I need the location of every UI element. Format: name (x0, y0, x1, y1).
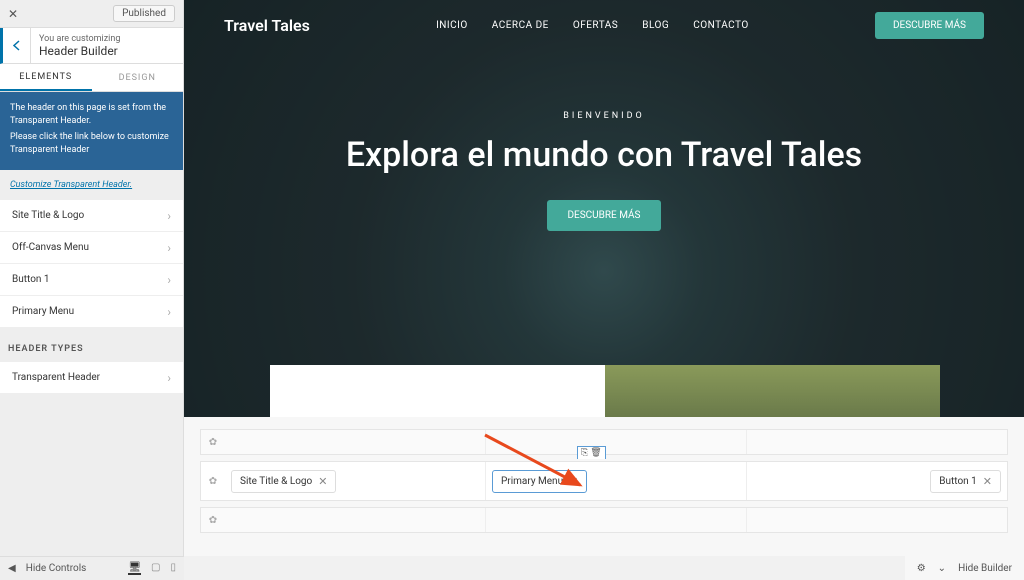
tab-elements[interactable]: ELEMENTS (0, 64, 92, 91)
header-cta-button[interactable]: DESCUBRE MÁS (875, 12, 984, 39)
chevron-right-icon: › (167, 371, 171, 385)
notice-line1: The header on this page is set from the … (10, 102, 173, 127)
sidebar-item-label: Off-Canvas Menu (12, 242, 89, 253)
chip-remove-icon[interactable]: ✕ (318, 475, 327, 488)
chevron-right-icon: › (167, 241, 171, 255)
builder-settings-icon[interactable]: ⚙ (917, 563, 926, 574)
customizing-label: You are customizing (39, 34, 120, 44)
sidebar-item-label: Site Title & Logo (12, 210, 84, 221)
site-brand[interactable]: Travel Tales (224, 16, 310, 35)
chip-site-title[interactable]: Site Title & Logo ✕ (231, 470, 336, 493)
chip-primary-menu[interactable]: Primary Menu ✕ (492, 470, 587, 493)
nav-contacto[interactable]: CONTACTO (693, 20, 749, 31)
customizer-title-block: You are customizing Header Builder (31, 34, 120, 58)
customize-transparent-link[interactable]: Customize Transparent Header. (0, 170, 183, 200)
back-button[interactable] (3, 28, 31, 64)
row-settings-icon[interactable]: ✿ (201, 476, 225, 487)
device-tablet-icon[interactable]: ▢ (151, 562, 160, 575)
content-strip (270, 365, 940, 417)
chip-remove-icon[interactable]: ✕ (569, 475, 578, 488)
builder-row-main[interactable]: ✿ Site Title & Logo✕ ⎘ 🗑 Primary Menu✕ B… (200, 461, 1008, 501)
sidebar-item-site-title[interactable]: Site Title & Logo › (0, 200, 183, 232)
header-types-label: HEADER TYPES (0, 328, 183, 362)
sidebar-item-label: Transparent Header (12, 372, 100, 383)
strip-right (605, 365, 940, 417)
section-title: Header Builder (39, 44, 120, 58)
sidebar-item-label: Primary Menu (12, 306, 74, 317)
device-mobile-icon[interactable]: ▯ (170, 562, 176, 575)
chip-delete-icon[interactable]: 🗑 (590, 448, 601, 458)
chip-toolbar: ⎘ 🗑 (577, 446, 606, 459)
primary-menu: INICIO ACERCA DE OFERTAS BLOG CONTACTO (436, 20, 749, 31)
chip-label: Button 1 (939, 476, 977, 487)
sidebar-item-button1[interactable]: Button 1 › (0, 264, 183, 296)
chip-label: Site Title & Logo (240, 476, 312, 487)
hero-headline: Explora el mundo con Travel Tales (184, 135, 1024, 176)
row-settings-icon[interactable]: ✿ (201, 515, 225, 526)
hero-eyebrow: BIENVENIDO (184, 111, 1024, 121)
device-desktop-icon[interactable]: 🖥 (128, 562, 141, 575)
chip-button1[interactable]: Button 1 ✕ (930, 470, 1001, 493)
customizer-footer: ◀ Hide Controls 🖥 ▢ ▯ (0, 556, 184, 580)
tab-design[interactable]: DESIGN (92, 64, 184, 91)
chip-duplicate-icon[interactable]: ⎘ (581, 448, 588, 458)
notice-panel: The header on this page is set from the … (0, 92, 183, 170)
hero-cta-button[interactable]: DESCUBRE MÁS (547, 200, 660, 231)
sidebar-item-transparent-header[interactable]: Transparent Header › (0, 362, 183, 394)
chevron-right-icon: › (167, 273, 171, 287)
collapse-icon[interactable]: ◀ (8, 563, 16, 574)
hide-builder-button[interactable]: Hide Builder (958, 563, 1012, 574)
publish-button[interactable]: Published (113, 5, 175, 22)
nav-blog[interactable]: BLOG (642, 20, 669, 31)
nav-ofertas[interactable]: OFERTAS (573, 20, 618, 31)
nav-inicio[interactable]: INICIO (436, 20, 468, 31)
chip-remove-icon[interactable]: ✕ (983, 475, 992, 488)
row-settings-icon[interactable]: ✿ (201, 437, 225, 448)
chip-label: Primary Menu (501, 476, 563, 487)
close-icon[interactable]: ✕ (8, 7, 18, 21)
chevron-right-icon: › (167, 305, 171, 319)
chevron-right-icon: › (167, 209, 171, 223)
chevron-left-icon (13, 40, 20, 51)
notice-line2: Please click the link below to customize… (10, 131, 173, 156)
builder-collapse-icon[interactable]: ⌄ (938, 563, 946, 574)
site-preview: Travel Tales INICIO ACERCA DE OFERTAS BL… (184, 0, 1024, 417)
builder-footer: ⚙ ⌄ Hide Builder (905, 556, 1024, 580)
sidebar-item-primary-menu[interactable]: Primary Menu › (0, 296, 183, 328)
sidebar-item-offcanvas[interactable]: Off-Canvas Menu › (0, 232, 183, 264)
sidebar-item-label: Button 1 (12, 274, 50, 285)
hide-controls-button[interactable]: Hide Controls (26, 563, 87, 574)
header-builder-grid: ✿ ✿ Site Title & Logo ✕ ⎘ 🗑 Primary Menu ✕… (184, 417, 1024, 556)
strip-left (270, 365, 605, 417)
nav-acerca[interactable]: ACERCA DE (492, 20, 549, 31)
builder-row-bottom[interactable]: ✿ (200, 507, 1008, 533)
